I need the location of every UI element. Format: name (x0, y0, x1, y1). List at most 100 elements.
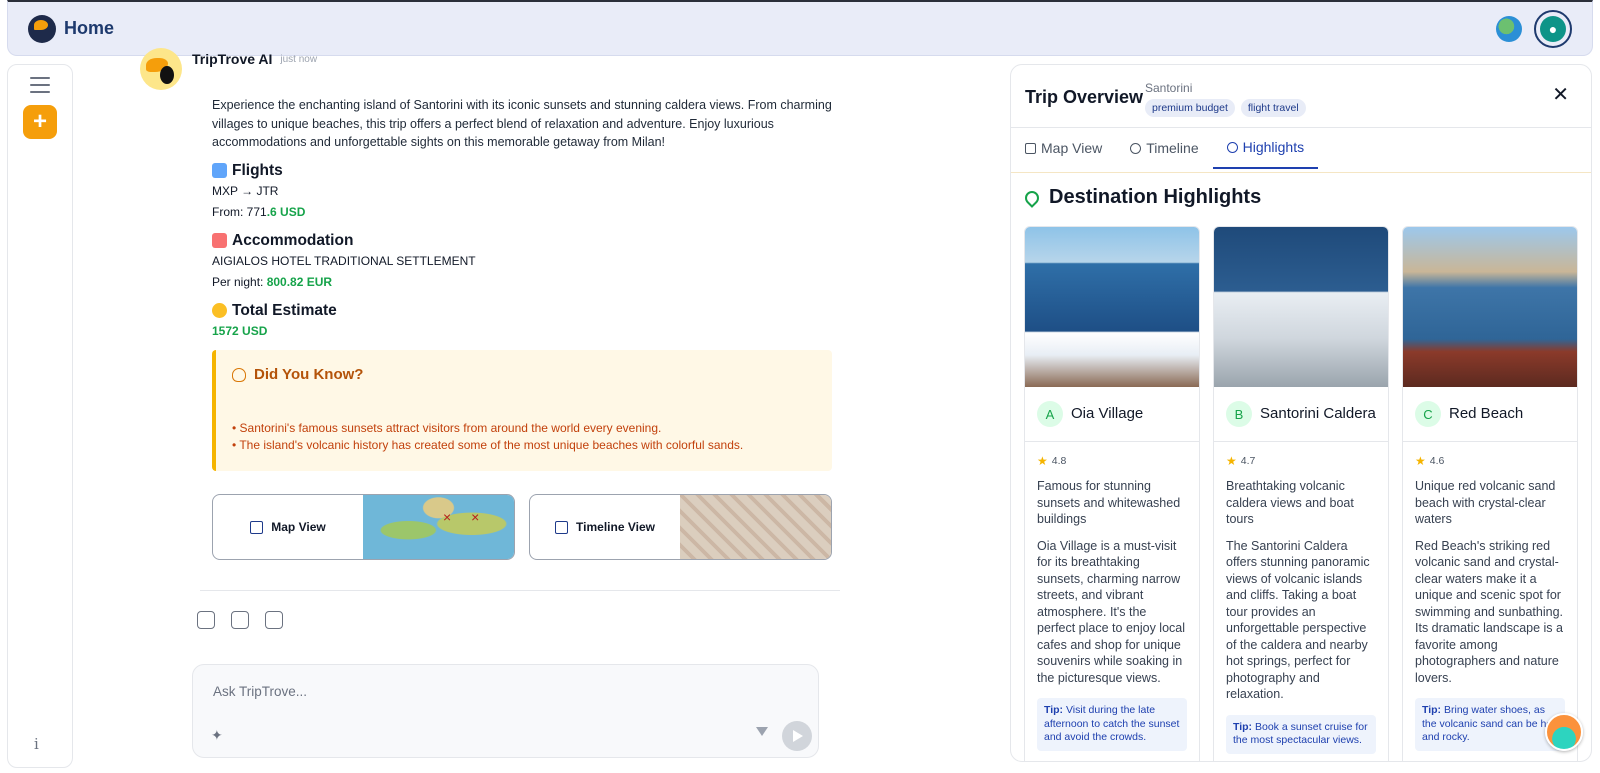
message-body: Experience the enchanting island of Sant… (212, 96, 837, 341)
trip-intro: Experience the enchanting island of Sant… (212, 98, 832, 149)
tip-text: Visit during the late afternoon to catch… (1044, 704, 1180, 743)
map-view-label-wrap: Map View (213, 495, 363, 559)
highlight-card-santorini-caldera[interactable]: B Santorini Caldera ★ 4.7 Breathtaking vo… (1213, 226, 1389, 761)
rating: ★ 4.6 (1415, 454, 1565, 468)
marker-badge: A (1037, 401, 1063, 427)
send-button[interactable] (782, 721, 812, 751)
santorini-caldera-image (1214, 227, 1388, 387)
did-you-know-heading: Did You Know? (232, 366, 363, 383)
total-heading: Total Estimate (212, 302, 837, 320)
filter-icon[interactable] (756, 727, 768, 736)
globe-icon[interactable] (1496, 15, 1522, 42)
highlight-card-oia-village[interactable]: A Oia Village ★ 4.8 Famous for stunning s… (1024, 226, 1200, 761)
card-header: B Santorini Caldera (1214, 387, 1388, 442)
rating: ★ 4.7 (1226, 454, 1376, 468)
card-body: ★ 4.8 Famous for stunning sunsets and whi… (1025, 442, 1199, 761)
timeline-view-label: Timeline View (576, 520, 655, 534)
highlight-summary: Breathtaking volcanic caldera views and … (1226, 479, 1354, 526)
triptrove-logo-icon[interactable] (28, 14, 56, 43)
flight-price-label: From: 771 (212, 204, 267, 219)
money-bag-icon (212, 303, 227, 318)
tab-timeline[interactable]: Timeline (1130, 127, 1212, 169)
tab-label: Timeline (1146, 140, 1199, 156)
card-header: A Oia Village (1025, 387, 1199, 442)
did-you-know-callout: Did You Know? Santorini's famous sunsets… (212, 350, 832, 471)
divider (200, 590, 840, 591)
thumbs-up-icon[interactable] (231, 611, 249, 629)
tip-text: Book a sunset cruise for the most specta… (1233, 720, 1368, 747)
thumbs-down-icon[interactable] (265, 611, 283, 629)
hotel-price-label: Per night: (212, 274, 267, 289)
rating: ★ 4.8 (1037, 454, 1187, 468)
hotel-price: Per night: 800.82 EUR (212, 273, 837, 292)
new-trip-button[interactable]: + (23, 105, 57, 139)
rating-value: 4.6 (1429, 455, 1445, 467)
rating-value: 4.8 (1051, 455, 1067, 467)
message-time: just now (280, 53, 318, 65)
tab-highlights[interactable]: Highlights (1212, 127, 1319, 169)
lightbulb-icon (232, 367, 246, 382)
highlight-description: The Santorini Caldera offers stunning pa… (1226, 538, 1370, 702)
panel-title: Trip Overview (1025, 87, 1144, 107)
highlight-card-red-beach[interactable]: C Red Beach ★ 4.6 Unique red volcanic san… (1402, 226, 1578, 761)
topbar-actions: ● (1496, 9, 1572, 48)
marker-badge: B (1226, 401, 1252, 427)
hotel-icon (212, 233, 227, 248)
airplane-icon (212, 163, 227, 178)
clock-icon (1130, 142, 1142, 154)
fact-item: Santorini's famous sunsets attract visit… (232, 420, 743, 437)
hamburger-menu-icon[interactable] (30, 77, 50, 93)
tag-badge: flight travel (1240, 99, 1306, 117)
flight-route: MXP → JTR (212, 183, 279, 198)
tab-map-view[interactable]: Map View (1025, 127, 1116, 169)
left-sidebar: + i (7, 64, 73, 768)
close-icon[interactable]: ✕ (1552, 85, 1569, 105)
chat-input[interactable] (213, 679, 793, 703)
highlight-description: Oia Village is a must-visit for its brea… (1037, 538, 1186, 685)
message-actions (197, 611, 283, 629)
tab-label: Highlights (1242, 139, 1305, 155)
user-menu-button[interactable]: ● (1534, 9, 1572, 48)
highlight-description: Red Beach's striking red volcanic sand a… (1415, 538, 1563, 685)
map-pin-icon (1226, 141, 1238, 153)
tip-label: Tip: (1233, 720, 1253, 733)
card-body: ★ 4.6 Unique red volcanic sand beach with… (1403, 442, 1577, 761)
highlight-name: Oia Village (1071, 405, 1144, 422)
map-view-button[interactable]: Map View (212, 494, 515, 560)
hotel-price-value: 800.82 EUR (266, 274, 333, 289)
hotel-name: AIGIALOS HOTEL TRADITIONAL SETTLEMENT (212, 253, 476, 268)
accommodation-title: Accommodation (232, 231, 354, 249)
tag-badge: premium budget (1145, 99, 1235, 117)
rating-value: 4.7 (1240, 455, 1256, 467)
flight-price: From: 771.6 USD (212, 203, 837, 222)
timeline-view-label-wrap: Timeline View (530, 495, 680, 559)
star-icon: ★ (1226, 454, 1237, 468)
flights-title: Flights (232, 161, 283, 179)
flight-price-value: .6 USD (266, 204, 306, 219)
facts-list: Santorini's famous sunsets attract visit… (232, 420, 743, 454)
tip-box: Tip: Visit during the late afternoon to … (1037, 698, 1187, 751)
timeline-view-button[interactable]: Timeline View (529, 494, 832, 560)
accommodation-heading: Accommodation (212, 232, 837, 250)
highlight-name: Red Beach (1449, 405, 1524, 422)
map-icon (250, 520, 264, 534)
sparkle-icon[interactable]: ✦ (211, 727, 223, 744)
tabs-underline (1011, 172, 1591, 173)
tip-text: Bring water shoes, as the volcanic sand … (1422, 704, 1556, 743)
highlight-summary: Famous for stunning sunsets and whitewas… (1037, 479, 1181, 526)
page-title[interactable]: Home (64, 18, 114, 39)
world-map-thumbnail (363, 495, 514, 559)
copy-icon[interactable] (197, 611, 215, 629)
flights-heading: Flights (212, 162, 837, 180)
panel-tabs: Map View Timeline Highlights (1011, 127, 1332, 171)
panel-destination: Santorini (1145, 81, 1193, 95)
user-icon: ● (1540, 15, 1566, 42)
calendar-icon (555, 520, 569, 534)
assistant-launcher-icon[interactable] (1545, 713, 1583, 751)
highlight-name: Santorini Caldera (1260, 405, 1376, 422)
tip-box: Tip: Bring water shoes, as the volcanic … (1415, 698, 1565, 751)
tip-label: Tip: (1422, 704, 1442, 716)
did-you-know-title: Did You Know? (254, 366, 364, 383)
tip-label: Tip: (1044, 704, 1064, 716)
info-icon[interactable]: i (34, 735, 39, 753)
